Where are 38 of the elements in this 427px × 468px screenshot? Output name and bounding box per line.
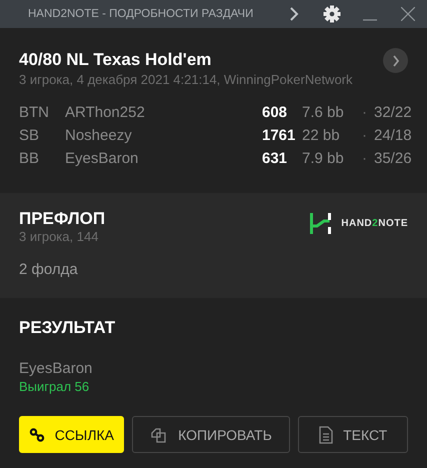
street-action: 2 фолда xyxy=(19,261,79,278)
player-stack: 608 xyxy=(262,103,288,123)
street-title: ПРЕФЛОП xyxy=(19,209,106,229)
copy-icon xyxy=(150,426,168,444)
separator-dot: · xyxy=(362,149,368,169)
text-button[interactable]: ТЕКСТ xyxy=(298,416,408,453)
player-stack: 631 xyxy=(262,149,288,169)
separator-dot: · xyxy=(362,126,368,146)
link-button[interactable]: ССЫЛКА xyxy=(19,416,124,453)
hand-title: 40/80 NL Texas Hold'em xyxy=(19,50,212,70)
next-button[interactable] xyxy=(383,48,408,73)
minimize-icon xyxy=(363,19,377,21)
street-subtitle: 3 игрока, 144 xyxy=(19,229,100,245)
player-name: ARThon252 xyxy=(65,103,146,123)
player-position: BTN xyxy=(19,103,50,123)
player-stack: 1761 xyxy=(262,126,296,146)
chevron-right-icon xyxy=(289,7,299,21)
separator-dot: · xyxy=(362,103,368,123)
player-position: SB xyxy=(19,126,40,146)
window-title: HAND2NOTE - ПОДРОБНОСТИ РАЗДАЧИ xyxy=(28,8,254,20)
player-name: EyesBaron xyxy=(65,149,140,169)
settings-icon xyxy=(323,5,341,23)
logo-text: HAND2NOTE xyxy=(341,218,408,229)
hand-subtitle: 3 игрока, 4 декабря 2021 4:21:14, WinningPokerNetwork xyxy=(19,72,353,88)
player-name: Nosheezy xyxy=(65,126,133,146)
link-icon xyxy=(28,428,45,442)
player-position: BB xyxy=(19,149,40,169)
winnings: Выиграл 56 xyxy=(19,379,90,394)
result-title: РЕЗУЛЬТАТ xyxy=(19,318,116,338)
document-icon xyxy=(319,426,334,444)
stack-bb: 7.6 bb xyxy=(302,103,345,123)
copy-button[interactable]: КОПИРОВАТЬ xyxy=(132,416,290,453)
chevron-right-icon xyxy=(392,54,400,66)
stack-bb: 22 bb xyxy=(302,126,341,146)
stack-bb: 7.9 bb xyxy=(302,149,345,169)
winner-name: EyesBaron xyxy=(19,360,94,377)
logo-icon xyxy=(310,213,332,234)
close-icon xyxy=(401,7,415,21)
